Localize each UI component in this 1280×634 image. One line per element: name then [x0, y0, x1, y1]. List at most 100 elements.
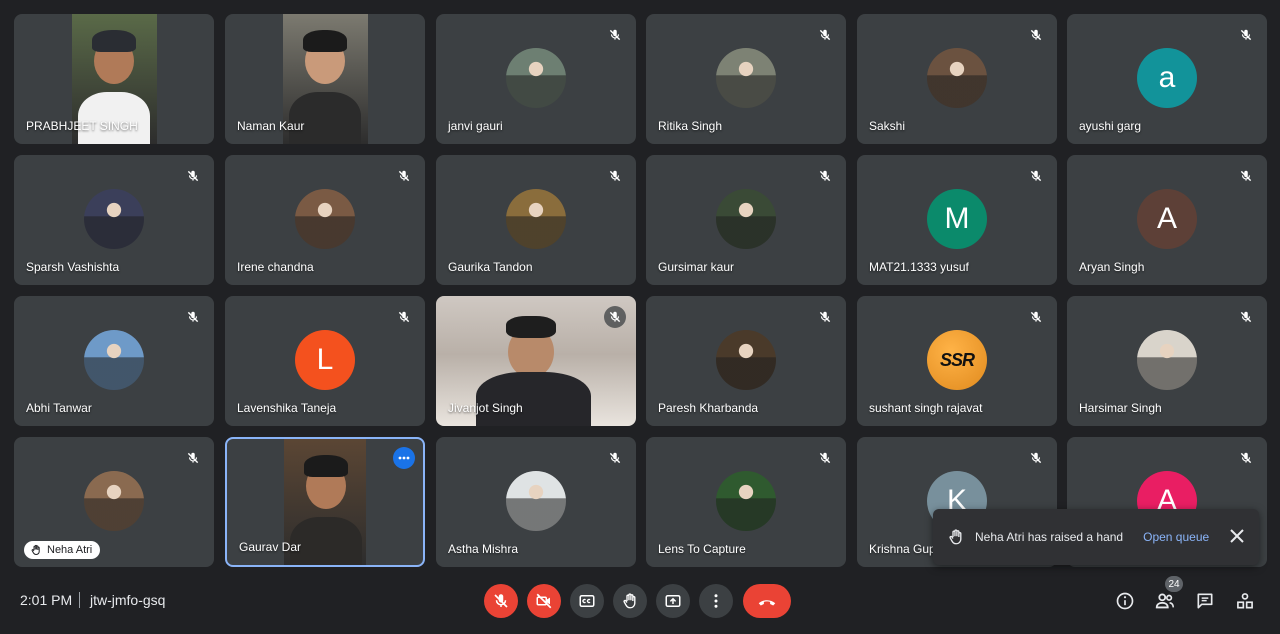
avatar-initial: M: [927, 189, 987, 249]
mic-muted-icon: [1235, 447, 1257, 469]
captions-icon: [578, 592, 596, 610]
mic-muted-icon: [1025, 24, 1047, 46]
participant-tile[interactable]: Jivanjot Singh: [436, 296, 636, 426]
avatar: [716, 330, 776, 390]
meeting-code: jtw-jmfo-gsq: [90, 592, 166, 608]
info-icon[interactable]: [1113, 589, 1137, 613]
raised-hand-chip: Neha Atri: [24, 541, 101, 559]
participant-tile[interactable]: A Aryan Singh: [1067, 155, 1267, 285]
participant-tile[interactable]: Naman Kaur: [225, 14, 425, 144]
participant-tile[interactable]: Ritika Singh: [646, 14, 846, 144]
participant-name: ayushi garg: [1079, 119, 1142, 133]
raised-hand-icon: [30, 544, 42, 556]
participant-tile[interactable]: Harsimar Singh: [1067, 296, 1267, 426]
mic-muted-icon: [1025, 447, 1047, 469]
participant-name: PRABHJEET SINGH: [26, 119, 138, 133]
participant-name: Paresh Kharbanda: [658, 401, 759, 415]
participant-count-badge: 24: [1165, 576, 1183, 592]
mic-muted-icon: [1025, 306, 1047, 328]
more-icon: [398, 456, 410, 460]
avatar: [927, 48, 987, 108]
close-icon[interactable]: [1229, 528, 1245, 544]
mic-muted-icon: [1235, 24, 1257, 46]
participant-name: Sparsh Vashishta: [26, 260, 120, 274]
mic-muted-icon: [604, 24, 626, 46]
present-icon: [664, 592, 682, 610]
bottom-control-bar: 2:01 PM jtw-jmfo-gsq: [0, 570, 1280, 634]
more-options-button[interactable]: [699, 584, 733, 618]
participant-tile[interactable]: Neha Atri: [14, 437, 214, 567]
leave-call-button[interactable]: [743, 584, 791, 618]
participant-tile[interactable]: a ayushi garg: [1067, 14, 1267, 144]
mic-muted-icon: [1235, 165, 1257, 187]
participant-name: Jivanjot Singh: [448, 401, 523, 415]
participant-tile[interactable]: Sakshi: [857, 14, 1057, 144]
mic-muted-icon: [604, 447, 626, 469]
mic-muted-icon: [1025, 165, 1047, 187]
participant-name: Lens To Capture: [658, 542, 746, 556]
participant-tile[interactable]: Abhi Tanwar: [14, 296, 214, 426]
chat-icon[interactable]: [1193, 589, 1217, 613]
participant-name: Aryan Singh: [1079, 260, 1145, 274]
participant-tile[interactable]: Paresh Kharbanda: [646, 296, 846, 426]
mic-muted-icon: [814, 447, 836, 469]
avatar: [506, 471, 566, 531]
participant-name: Sakshi: [869, 119, 906, 133]
participant-name: Irene chandna: [237, 260, 314, 274]
mic-muted-icon: [604, 306, 626, 328]
mic-muted-icon: [182, 306, 204, 328]
meeting-time: 2:01 PM: [20, 592, 73, 608]
avatar: [716, 189, 776, 249]
participant-tile[interactable]: M MAT21.1333 yusuf: [857, 155, 1057, 285]
avatar-initial: a: [1137, 48, 1197, 108]
raised-hand-icon: [947, 528, 965, 546]
raised-hand-name: Neha Atri: [47, 544, 93, 556]
toggle-mic-button[interactable]: [484, 584, 518, 618]
people-icon[interactable]: [1153, 589, 1177, 613]
participant-tile[interactable]: PRABHJEET SINGH: [14, 14, 214, 144]
mic-off-icon: [492, 592, 510, 610]
participant-name: Gaurav Dar: [239, 540, 302, 554]
mic-muted-icon: [1235, 306, 1257, 328]
avatar: [84, 330, 144, 390]
avatar-initial: A: [1137, 189, 1197, 249]
participant-tile[interactable]: Sparsh Vashishta: [14, 155, 214, 285]
more-options-icon: [707, 592, 725, 610]
participant-tile[interactable]: Lens To Capture: [646, 437, 846, 567]
participant-tile[interactable]: Irene chandna: [225, 155, 425, 285]
captions-button[interactable]: [570, 584, 604, 618]
participant-tile[interactable]: L Lavenshika Taneja: [225, 296, 425, 426]
avatar: [506, 189, 566, 249]
notification-text: Neha Atri has raised a hand: [975, 530, 1124, 544]
divider: [79, 592, 80, 608]
participant-name: Ritika Singh: [658, 119, 723, 133]
participant-name: Krishna Gup: [869, 542, 936, 556]
open-queue-link[interactable]: Open queue: [1143, 530, 1209, 544]
mic-muted-icon: [814, 165, 836, 187]
present-button[interactable]: [656, 584, 690, 618]
participant-tile[interactable]: Gaurav Dar: [225, 437, 425, 567]
mic-muted-icon: [393, 306, 415, 328]
participant-tile[interactable]: Gaurika Tandon: [436, 155, 636, 285]
participant-grid: PRABHJEET SINGH Naman Kaur janvi gauri Riti…: [0, 0, 1280, 570]
raised-hand-notification: Neha Atri has raised a hand Open queue: [933, 509, 1259, 565]
mic-muted-icon: [393, 165, 415, 187]
participant-tile[interactable]: janvi gauri: [436, 14, 636, 144]
participant-name: MAT21.1333 yusuf: [869, 260, 969, 274]
activities-icon[interactable]: [1233, 589, 1257, 613]
avatar-logo-text: SSR: [939, 349, 975, 370]
avatar: [1137, 330, 1197, 390]
raise-hand-button[interactable]: [613, 584, 647, 618]
participant-name: Harsimar Singh: [1079, 401, 1162, 415]
avatar: SSR: [927, 330, 987, 390]
camera-off-icon: [535, 592, 553, 610]
tile-more-options-button[interactable]: [393, 447, 415, 469]
participant-tile[interactable]: Gursimar kaur: [646, 155, 846, 285]
avatar: [716, 48, 776, 108]
toggle-camera-button[interactable]: [527, 584, 561, 618]
participant-tile[interactable]: Astha Mishra: [436, 437, 636, 567]
raise-hand-icon: [621, 592, 639, 610]
participant-tile[interactable]: SSR sushant singh rajavat: [857, 296, 1057, 426]
participant-name: Gaurika Tandon: [448, 260, 533, 274]
participant-name: Lavenshika Taneja: [237, 401, 337, 415]
